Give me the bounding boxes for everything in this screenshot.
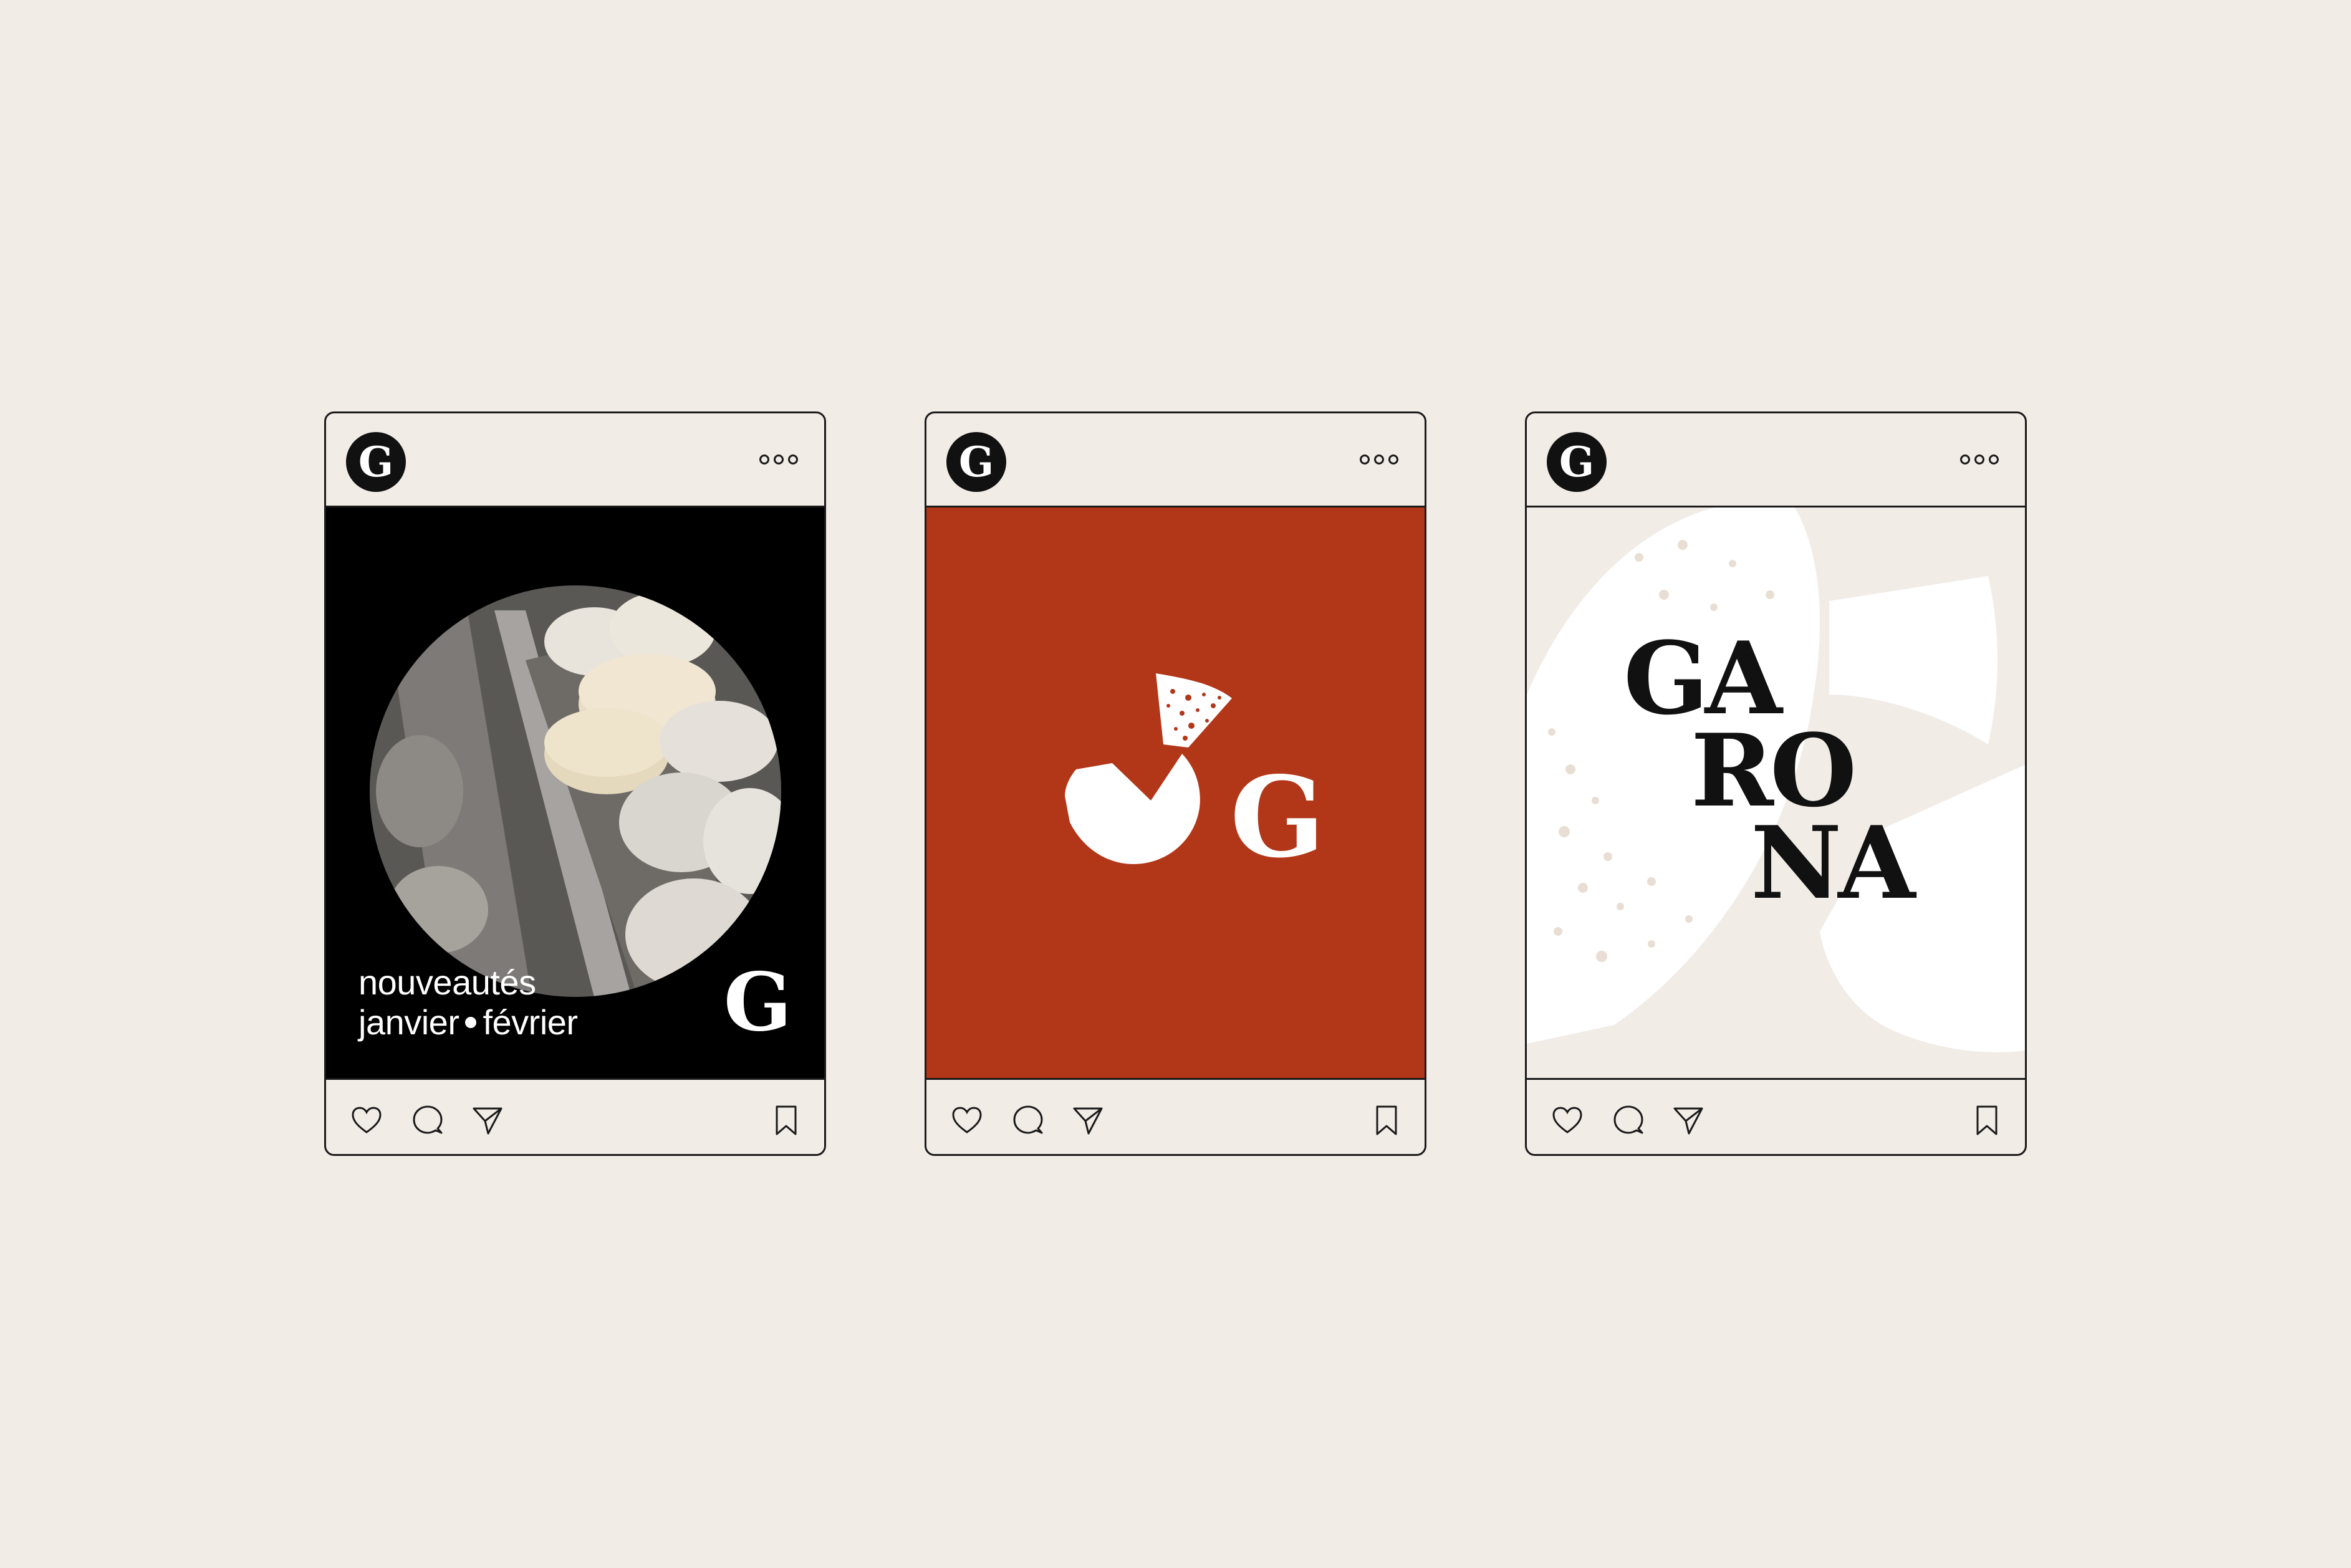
like-button[interactable] — [1551, 1104, 1584, 1137]
more-dot — [1360, 455, 1370, 464]
more-options-icon[interactable] — [1360, 455, 1398, 464]
more-dot — [1374, 455, 1384, 464]
post-actions-bar — [926, 1078, 1425, 1154]
like-button[interactable] — [950, 1104, 984, 1137]
bookmark-icon — [776, 1105, 797, 1135]
share-icon — [473, 1107, 502, 1135]
heart-icon — [952, 1107, 982, 1133]
heart-icon — [352, 1107, 382, 1133]
share-icon — [1673, 1107, 1703, 1135]
bullet-dot-icon — [465, 1017, 477, 1029]
more-dot — [759, 455, 769, 464]
cheese-photo — [370, 585, 781, 997]
profile-avatar[interactable]: G — [1547, 432, 1607, 492]
mockup-stage: G nouveautés janvier février G G G G GA … — [0, 0, 2351, 1568]
post-header: G — [1527, 413, 2025, 507]
comment-icon — [1613, 1105, 1643, 1134]
wordmark-line-2: RO — [1691, 712, 1857, 829]
cheese-photo-illustration — [370, 585, 781, 997]
brand-monogram: G — [1230, 752, 1325, 882]
caption-month-1: janvier — [358, 1003, 459, 1042]
wordmark-line-3: NA — [1751, 804, 1915, 921]
post-header: G — [326, 413, 824, 507]
caption-month-2: février — [483, 1003, 578, 1042]
more-dot — [1388, 455, 1398, 464]
like-button[interactable] — [350, 1104, 383, 1137]
brand-monogram: G — [723, 956, 792, 1049]
comment-button[interactable] — [1612, 1104, 1645, 1137]
share-button[interactable] — [1071, 1104, 1105, 1137]
bookmark-icon — [1376, 1105, 1397, 1135]
more-dot — [1974, 455, 1984, 464]
garona-wordmark: GA RO NA — [1623, 620, 1915, 921]
post-header: G — [926, 413, 1425, 507]
share-button[interactable] — [1671, 1104, 1705, 1137]
post-image: nouveautés janvier février G — [326, 507, 824, 1078]
share-button[interactable] — [471, 1104, 504, 1137]
profile-avatar[interactable]: G — [946, 432, 1006, 492]
cheese-logo-graphic — [1065, 673, 1232, 864]
save-button[interactable] — [769, 1104, 803, 1137]
save-button[interactable] — [1970, 1104, 2004, 1137]
more-options-icon[interactable] — [1960, 455, 1999, 464]
more-dot — [1989, 455, 1999, 464]
post-actions-bar — [1527, 1078, 2025, 1154]
cheese-wedge-shape — [1156, 673, 1232, 748]
post-actions-bar — [326, 1078, 824, 1154]
caption-line-2: janvier février — [358, 1003, 578, 1042]
cheese-wheel-shape — [1065, 754, 1200, 864]
heart-icon — [1552, 1107, 1582, 1133]
bookmark-icon — [1976, 1105, 1998, 1135]
post-caption: nouveautés janvier février — [358, 963, 578, 1042]
post-image: G — [926, 507, 1425, 1078]
comment-button[interactable] — [411, 1104, 445, 1137]
more-dot — [1960, 455, 1970, 464]
instagram-post-card: G GA RO NA — [1525, 411, 2027, 1156]
comment-icon — [1013, 1105, 1043, 1134]
profile-avatar[interactable]: G — [346, 432, 406, 492]
comment-icon — [413, 1105, 443, 1134]
instagram-post-card: G G — [925, 411, 1426, 1156]
share-icon — [1073, 1107, 1103, 1135]
more-dot — [774, 455, 784, 464]
comment-button[interactable] — [1011, 1104, 1045, 1137]
more-dot — [788, 455, 798, 464]
save-button[interactable] — [1370, 1104, 1403, 1137]
caption-line-1: nouveautés — [358, 963, 536, 1002]
wordmark-line-1: GA — [1623, 620, 1782, 737]
post-image: GA RO NA — [1527, 507, 2025, 1078]
more-options-icon[interactable] — [759, 455, 798, 464]
instagram-post-card: G nouveautés janvier février G — [324, 411, 826, 1156]
